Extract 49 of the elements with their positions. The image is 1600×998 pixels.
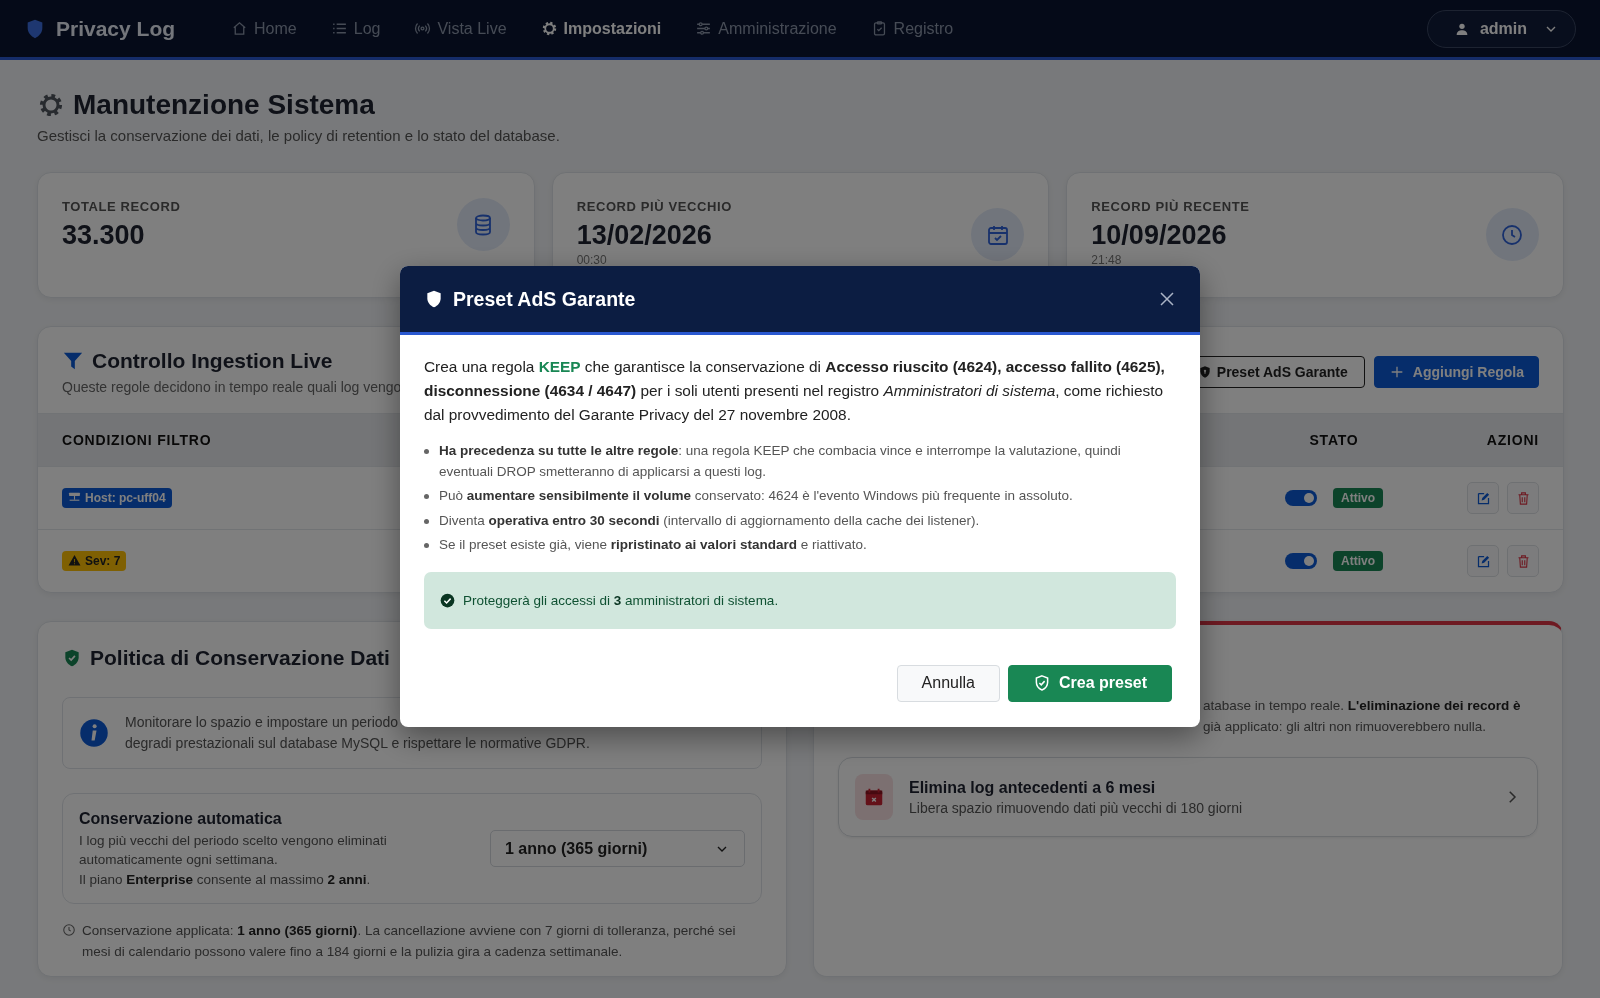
action-title: Elimina log antecedenti a 6 mesi	[909, 778, 1157, 797]
stat-label: RECORD PIÙ RECENTE	[1091, 199, 1250, 214]
cancel-button[interactable]: Annulla	[896, 664, 1000, 702]
info-text: Monitorare lo spazio e impostare un periodo	[125, 713, 400, 732]
section-title: Controllo Ingestion Live	[92, 349, 333, 373]
stat-value: 13/02/2026	[576, 220, 713, 251]
bullet-text: Può aumentare sensibilmente il volume conservato: 4624 è l'evento Windows più frequente in assoluto.	[439, 487, 1073, 505]
bullet-text: Ha precedenza su tutte le altre regole: una regola KEEP che combacia vince e interrompe la valutazione, quindi eventuali DROP smetteranno di applicarsi a questi log.	[439, 442, 1122, 481]
column-header: STATO	[1309, 432, 1359, 448]
stat-label: RECORD PIÙ VECCHIO	[576, 199, 732, 214]
user-menu[interactable]: admin	[1426, 9, 1576, 48]
setting-description: I log più vecchi del periodo scelto vengono eliminati automaticamente ogni settimana.	[79, 832, 388, 869]
stat-value: 10/09/2026	[1091, 220, 1228, 251]
modal-description: Crea una regola KEEP che garantisce la conservazione di Accesso riuscito (4624), accesso fallito (4625), disconnessione (4634 / 4647) per i soli utenti presenti nel registro Amministratori di sistema, come richiesto dal provvedimento del Garante Privacy del 27 novembre 2008.	[424, 357, 1166, 425]
plan-limit-text: Il piano Enterprise consente al massimo 2 anni.	[79, 872, 372, 887]
info-text: degradi prestazionali sul database MySQL e rispettare le normative GDPR.	[125, 734, 590, 753]
nav-tab[interactable]: Log	[316, 11, 395, 46]
nav-tab[interactable]: Registro	[856, 11, 968, 46]
stat-label: TOTALE RECORD	[62, 199, 181, 214]
nav-tab[interactable]: Impostazioni	[526, 11, 676, 46]
page-title: Manutenzione Sistema	[73, 89, 375, 121]
add-rule-button[interactable]: Aggiungi Regola	[1373, 356, 1539, 388]
status-badge: Attivo	[1333, 488, 1383, 508]
page-subtitle: Gestisci la conservazione dei dati, le policy di retention e lo stato del database.	[37, 127, 561, 144]
bullet-text: Diventa operativa entro 30 secondi (intervallo di aggiornamento della cache dei listener).	[439, 511, 980, 530]
column-header: AZIONI	[1486, 432, 1539, 448]
brand-name: Privacy Log	[56, 16, 176, 41]
create-preset-button[interactable]: Crea preset	[1007, 664, 1172, 702]
applied-retention-text: Conservazione applicata: 1 anno (365 giorni). La cancellazione avviene con 7 giorni di tolleranza, perché sei mesi di calendario possono valere fino a 184 giorni e la pulizia gira a cadenza settimanale.	[82, 922, 737, 961]
nav-tab[interactable]: Home	[217, 11, 311, 46]
column-header: CONDIZIONI FILTRO	[62, 432, 213, 448]
notice-text: Proteggerà gli accessi di 3 amministratori di sistema.	[463, 592, 779, 608]
section-title: Politica di Conservazione Dati	[90, 646, 390, 670]
action-description: Libera spazio rimuovendo dati più vecchi di 180 giorni	[909, 799, 1244, 816]
setting-title: Conservazione automatica	[79, 810, 283, 828]
stat-value: 33.300	[62, 220, 146, 251]
condition-tag: Sev: 7	[62, 550, 127, 571]
bullet-text: Se il preset esiste già, viene ripristinato ai valori standard e riattivato.	[439, 536, 867, 554]
retention-select[interactable]: 1 anno (365 giorni)	[490, 830, 745, 867]
purge-action-card[interactable]: Elimina log antecedenti a 6 mesi Libera spazio rimuovendo dati più vecchi di 180 giorni	[838, 757, 1538, 837]
condition-tag: Host: pc-uff04	[62, 487, 172, 508]
status-badge: Attivo	[1333, 551, 1383, 571]
description-text: atabase in tempo reale. L'eliminazione dei record è	[1202, 697, 1522, 715]
nav-tab[interactable]: Amministrazione	[681, 11, 851, 46]
section-subtitle: Queste regole decidono in tempo reale quali log vengo	[62, 379, 402, 395]
description-text: già applicato: gli altri non rimuoverebbero nulla.	[1202, 718, 1487, 736]
stat-time: 21:48	[1091, 253, 1123, 267]
stat-time: 00:30	[576, 253, 608, 267]
modal-title: Preset AdS Garante	[453, 287, 636, 311]
